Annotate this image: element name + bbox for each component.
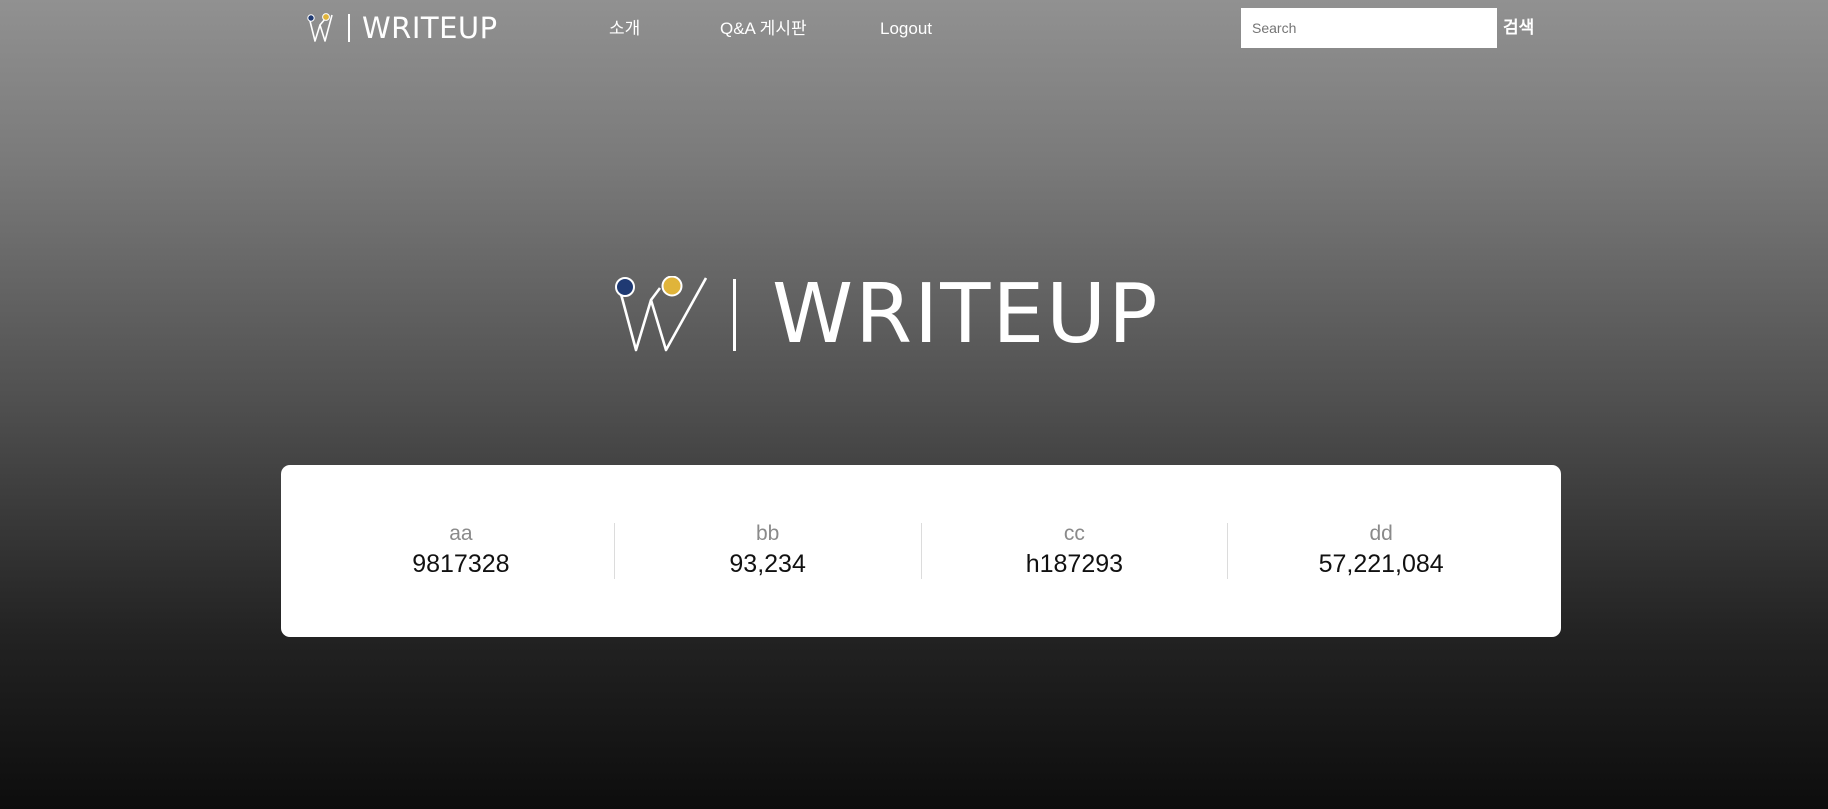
hero-brand-name: WRITEUP [772, 267, 1160, 362]
search-button[interactable]: 검색 [1503, 16, 1534, 40]
stat-item: cc h187293 [920, 522, 1228, 579]
brand-divider [348, 14, 350, 42]
nav-link-logout[interactable]: Logout [880, 17, 932, 41]
stat-value: 9817328 [412, 550, 510, 578]
stat-label: dd [1369, 522, 1393, 545]
stats-card: aa 9817328 bb 93,234 cc h187293 dd 57,22… [281, 465, 1561, 637]
nav-link-qna-board[interactable]: Q&A 게시판 [720, 17, 807, 41]
stat-item: aa 9817328 [308, 522, 614, 579]
stat-value: h187293 [1025, 550, 1124, 578]
hero-divider [733, 279, 736, 351]
stat-item: bb 93,234 [613, 522, 921, 579]
writeup-hero-logo-mark-icon [615, 276, 707, 352]
stat-label: cc [1063, 522, 1085, 545]
writeup-logo-mark-icon [307, 13, 333, 42]
search-input[interactable] [1241, 8, 1497, 48]
stat-value: 93,234 [729, 550, 806, 578]
top-navbar: WRITEUP 소개 Q&A 게시판 Logout 검색 [0, 0, 1828, 58]
hero-logo: WRITEUP [615, 267, 1215, 362]
nav-link-intro[interactable]: 소개 [609, 17, 640, 41]
stat-value: 57,221,084 [1318, 550, 1444, 578]
stat-label: bb [755, 522, 780, 545]
brand-logo-link[interactable]: WRITEUP [307, 10, 498, 46]
stat-item: dd 57,221,084 [1227, 522, 1534, 579]
brand-name: WRITEUP [362, 11, 498, 45]
stat-label: aa [449, 522, 473, 545]
